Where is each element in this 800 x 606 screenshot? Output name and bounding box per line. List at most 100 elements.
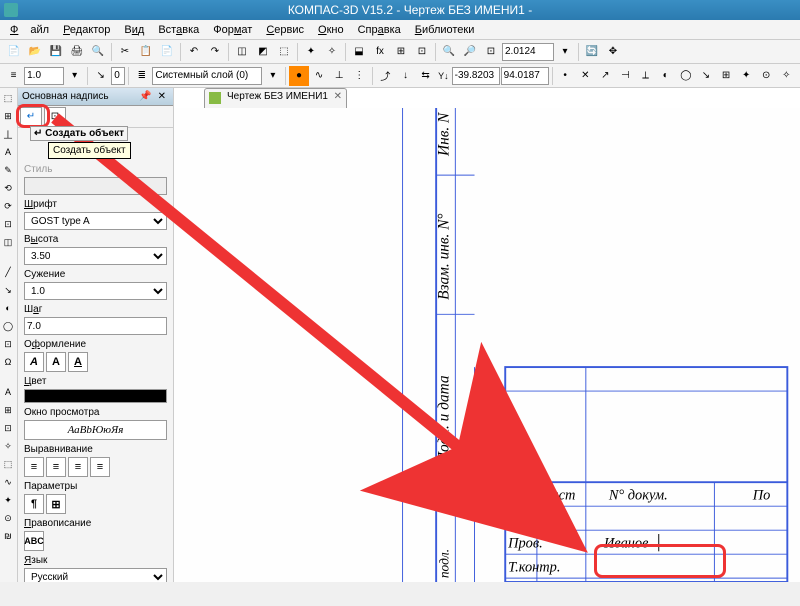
undo-button[interactable]: ↶	[184, 42, 204, 62]
palette-btn-2[interactable]: ⊞	[0, 108, 16, 124]
lw-dd[interactable]: ▾	[65, 66, 84, 86]
refresh-button[interactable]: 🔄	[582, 42, 602, 62]
create-object-menu-item[interactable]: ↵ Создать объект	[30, 126, 128, 141]
tool-b[interactable]: ◩	[253, 42, 273, 62]
italic-button[interactable]: А	[24, 352, 44, 372]
snap-7[interactable]: ◯	[676, 66, 695, 86]
tool-o[interactable]: ⇆	[416, 66, 435, 86]
menu-editor[interactable]: Редактор	[57, 22, 116, 38]
height-select[interactable]: 3.50	[24, 247, 167, 265]
tool-i[interactable]: ⊡	[412, 42, 432, 62]
align-left-button[interactable]: ≡	[24, 457, 44, 477]
pin-icon[interactable]: 📌	[136, 91, 154, 102]
palette-btn-14[interactable]: ⊡	[0, 336, 16, 352]
tool-k[interactable]: ⊥	[330, 66, 349, 86]
tool-l[interactable]: ⋮	[350, 66, 369, 86]
snap-8[interactable]: ↘	[696, 66, 715, 86]
snap-button[interactable]: ↘	[91, 66, 110, 86]
tool-h[interactable]: ⊞	[391, 42, 411, 62]
tool-e[interactable]: ✧	[322, 42, 342, 62]
zoom-window-button[interactable]: ⊡	[481, 42, 501, 62]
palette-btn-17[interactable]: ⊞	[0, 402, 16, 418]
spellcheck-button[interactable]: ABC	[24, 531, 44, 551]
layer-dd[interactable]: ▾	[263, 66, 282, 86]
tool-f[interactable]: ⬓	[349, 42, 369, 62]
zoom-dd[interactable]: ▾	[555, 42, 575, 62]
print-button[interactable]: 🖨	[67, 42, 87, 62]
document-tab[interactable]: Чертеж БЕЗ ИМЕНИ1 ✕	[204, 88, 347, 108]
coord-y-input[interactable]	[501, 67, 549, 85]
panel-close-icon[interactable]: ✕	[155, 91, 169, 102]
line-style-button[interactable]: ≡	[4, 66, 23, 86]
zoom-in-button[interactable]: 🔎	[460, 42, 480, 62]
tool-d[interactable]: ✦	[301, 42, 321, 62]
create-object-button[interactable]: ↵	[20, 107, 42, 127]
menu-insert[interactable]: Вставка	[152, 22, 205, 38]
tool-c[interactable]: ⬚	[274, 42, 294, 62]
new-button[interactable]: 📄	[4, 42, 24, 62]
palette-btn-5[interactable]: ✎	[0, 162, 16, 178]
cut-button[interactable]: ✂	[115, 42, 135, 62]
tool-j[interactable]: ∿	[310, 66, 329, 86]
palette-btn-10[interactable]: ╱	[0, 264, 16, 280]
palette-btn-11[interactable]: ↘	[0, 282, 16, 298]
preview-button[interactable]: 🔍	[88, 42, 108, 62]
palette-btn-23[interactable]: ⊙	[0, 510, 16, 526]
snap-6[interactable]: ◐	[656, 66, 675, 86]
menu-format[interactable]: Формат	[207, 22, 258, 38]
copy-button[interactable]: 📋	[136, 42, 156, 62]
palette-btn-4[interactable]: A	[0, 144, 16, 160]
palette-btn-12[interactable]: ◐	[0, 300, 16, 316]
snap-9[interactable]: ⊞	[716, 66, 735, 86]
palette-btn-9[interactable]: ◫	[0, 234, 16, 250]
snap-2[interactable]: ✕	[576, 66, 595, 86]
palette-btn-19[interactable]: ✧	[0, 438, 16, 454]
snap-10[interactable]: ✦	[737, 66, 756, 86]
palette-btn-3[interactable]: 丄	[0, 126, 16, 142]
snap-11[interactable]: ⊙	[757, 66, 776, 86]
palette-btn-24[interactable]: ₪	[0, 528, 16, 544]
tool-n[interactable]: ↓	[396, 66, 415, 86]
tool-m[interactable]: ⤴	[376, 66, 395, 86]
param-btn-2[interactable]: ⊞	[46, 494, 66, 514]
palette-btn-15[interactable]: Ω	[0, 354, 16, 370]
snap-5[interactable]: ⟂	[636, 66, 655, 86]
line-width-input[interactable]	[24, 67, 64, 85]
tab-close-icon[interactable]: ✕	[334, 91, 342, 102]
align-center-button[interactable]: ≡	[46, 457, 66, 477]
zoom-value-input[interactable]	[502, 43, 554, 61]
align-justify-button[interactable]: ≡	[90, 457, 110, 477]
snap-4[interactable]: ⊣	[616, 66, 635, 86]
menu-help[interactable]: Справка	[352, 22, 407, 38]
coord-x-input[interactable]	[452, 67, 500, 85]
palette-btn-18[interactable]: ⊡	[0, 420, 16, 436]
canvas-area[interactable]: Чертеж БЕЗ ИМЕНИ1 ✕	[174, 88, 800, 582]
canvas-content[interactable]: Инв. N Взам. инв. N° Подп. и дата подл. …	[174, 108, 800, 582]
narrowing-select[interactable]: 1.0	[24, 282, 167, 300]
palette-btn-21[interactable]: ∿	[0, 474, 16, 490]
language-select[interactable]: Русский	[24, 568, 167, 582]
menu-libraries[interactable]: Библиотеки	[409, 22, 481, 38]
zoom-fit-button[interactable]: 🔍	[439, 42, 459, 62]
palette-btn-6[interactable]: ⟲	[0, 180, 16, 196]
pan-button[interactable]: ✥	[603, 42, 623, 62]
snap-1[interactable]: •	[556, 66, 575, 86]
font-select[interactable]: GOST type A	[24, 212, 167, 230]
snap-3[interactable]: ↗	[596, 66, 615, 86]
align-right-button[interactable]: ≡	[68, 457, 88, 477]
save-button[interactable]: 💾	[46, 42, 66, 62]
redo-button[interactable]: ↷	[205, 42, 225, 62]
palette-btn-7[interactable]: ⟳	[0, 198, 16, 214]
paste-button[interactable]: 📄	[157, 42, 177, 62]
color-swatch[interactable]	[24, 389, 167, 403]
snap-val[interactable]	[111, 67, 125, 85]
underline-button[interactable]: А	[68, 352, 88, 372]
menu-service[interactable]: Сервис	[260, 22, 310, 38]
palette-btn-20[interactable]: ⬚	[0, 456, 16, 472]
layer-icon[interactable]: ≣	[132, 66, 151, 86]
tool-a[interactable]: ◫	[232, 42, 252, 62]
panel-tab-2[interactable]: ⊡	[44, 107, 66, 127]
color-button[interactable]: ●	[289, 66, 308, 86]
palette-btn-13[interactable]: ◯	[0, 318, 16, 334]
menu-view[interactable]: Вид	[118, 22, 150, 38]
